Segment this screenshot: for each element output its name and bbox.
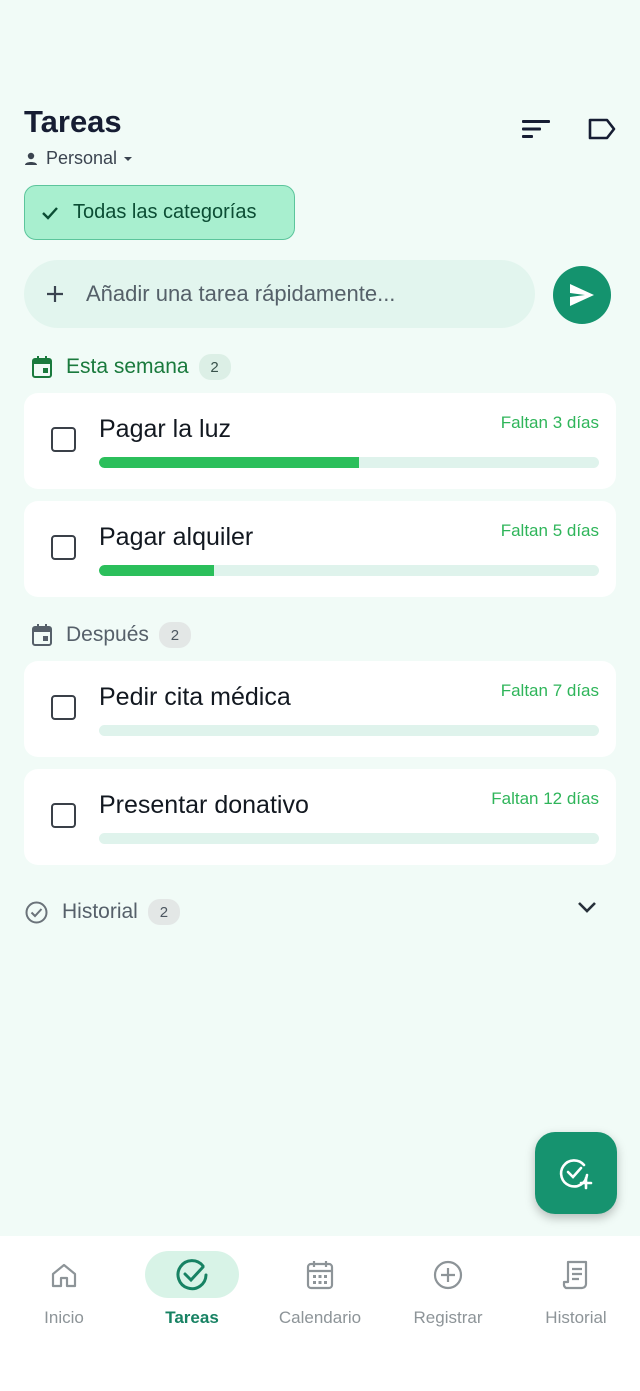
nav-home[interactable]: Inicio (0, 1236, 128, 1328)
task-progress-bar (99, 565, 599, 576)
section-count: 2 (198, 354, 231, 380)
task-card[interactable]: Pagar alquiler Faltan 5 días (24, 501, 616, 597)
task-card[interactable]: Pagar la luz Faltan 3 días (24, 393, 616, 489)
task-name: Pagar la luz (99, 415, 232, 443)
section-label: Después (66, 623, 149, 646)
section-count: 2 (147, 899, 180, 925)
task-checkbox[interactable] (51, 535, 76, 560)
task-progress-bar (99, 833, 599, 844)
profile-name: Personal (46, 148, 118, 168)
plus-icon[interactable] (46, 285, 64, 303)
task-checkbox[interactable] (51, 695, 76, 720)
sort-icon[interactable] (522, 119, 550, 139)
bottom-navigation: Inicio Tareas Calendario Registrar Histo… (0, 1236, 640, 1391)
section-count: 2 (158, 622, 191, 648)
quick-add-bar (24, 260, 535, 328)
nav-label: Registrar (413, 1308, 483, 1327)
task-progress-bar (99, 457, 599, 468)
all-categories-chip[interactable]: Todas las categorías (24, 185, 295, 240)
task-name: Presentar donativo (99, 791, 309, 819)
caret-down-icon (124, 156, 133, 161)
page-header: Tareas Personal (24, 104, 616, 168)
section-label: Historial (62, 900, 138, 923)
task-due: Faltan 5 días (500, 521, 599, 540)
receipt-icon (562, 1260, 588, 1289)
nav-calendar[interactable]: Calendario (256, 1236, 384, 1328)
task-due: Faltan 7 días (500, 681, 599, 700)
section-this-week: Esta semana 2 (32, 354, 231, 380)
add-task-button[interactable] (535, 1132, 617, 1214)
add-task-icon (559, 1159, 593, 1190)
task-check-icon (176, 1258, 208, 1290)
task-card[interactable]: Pedir cita médica Faltan 7 días (24, 661, 616, 757)
task-progress-bar (99, 725, 599, 736)
calendar-icon (32, 356, 52, 378)
nav-label: Calendario (278, 1308, 362, 1327)
profile-selector[interactable]: Personal (24, 148, 141, 169)
task-checkbox[interactable] (51, 427, 76, 452)
task-due: Faltan 12 días (491, 789, 599, 808)
task-name: Pagar alquiler (99, 523, 254, 551)
task-checkbox[interactable] (51, 803, 76, 828)
nav-label: Inicio (44, 1308, 84, 1327)
nav-tasks[interactable]: Tareas (128, 1236, 256, 1328)
nav-register[interactable]: Registrar (384, 1236, 512, 1328)
label-icon[interactable] (588, 118, 616, 140)
task-due: Faltan 3 días (500, 413, 599, 432)
task-card[interactable]: Presentar donativo Faltan 12 días (24, 769, 616, 865)
task-name: Pedir cita médica (99, 683, 291, 711)
section-history[interactable]: Historial 2 (25, 899, 180, 925)
home-icon (51, 1263, 77, 1287)
chevron-down-icon[interactable] (576, 900, 598, 914)
calendar-icon (32, 624, 52, 646)
calendar-icon (306, 1260, 334, 1289)
nav-label: Tareas (165, 1308, 219, 1327)
add-circle-icon (433, 1260, 463, 1289)
send-button[interactable] (553, 266, 611, 324)
send-icon (570, 284, 594, 306)
nav-history[interactable]: Historial (512, 1236, 640, 1328)
section-later: Después 2 (32, 622, 191, 648)
person-icon (25, 152, 37, 165)
check-circle-icon (25, 901, 48, 923)
quick-add-input[interactable] (86, 281, 486, 307)
check-icon (42, 206, 58, 220)
section-label: Esta semana (66, 355, 189, 378)
chip-label: Todas las categorías (73, 201, 257, 223)
nav-label: Historial (545, 1308, 607, 1327)
